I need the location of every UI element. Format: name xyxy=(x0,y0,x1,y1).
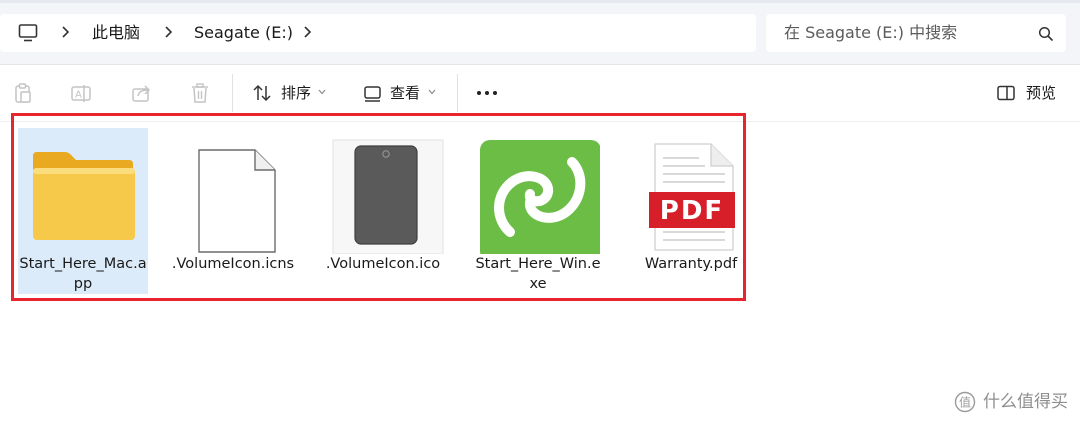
sort-icon xyxy=(253,84,271,102)
preview-label: 预览 xyxy=(1026,84,1057,102)
file-item[interactable]: PDF Warranty.pdf xyxy=(626,128,756,294)
file-item[interactable]: .VolumeIcon.ico xyxy=(318,128,448,294)
folder-icon xyxy=(33,152,135,240)
svg-text:值: 值 xyxy=(959,395,971,410)
pdf-file-icon: PDF xyxy=(649,143,735,251)
top-divider xyxy=(0,0,1080,3)
address-bar[interactable]: 此电脑 Seagate (E:) xyxy=(0,14,756,52)
file-name: Warranty.pdf xyxy=(644,256,738,272)
address-row: 此电脑 Seagate (E:) 在 Seagate (E:) 中搜索 xyxy=(0,0,1080,64)
toolbar-divider xyxy=(457,74,458,112)
file-name: .VolumeIcon.icns xyxy=(171,256,295,272)
preview-pane-icon xyxy=(997,85,1015,101)
chevron-down-icon xyxy=(428,89,436,95)
sort-label: 排序 xyxy=(281,84,312,102)
chevron-right-icon[interactable] xyxy=(163,24,173,40)
search-input[interactable]: 在 Seagate (E:) 中搜索 xyxy=(784,23,957,43)
file-item[interactable]: .VolumeIcon.icns xyxy=(168,128,298,294)
external-drive-icon xyxy=(331,138,444,254)
file-item[interactable]: Start_Here_Win.exe xyxy=(473,128,603,294)
file-name: Start_Here_Win.exe xyxy=(475,256,601,292)
pdf-badge-text: PDF xyxy=(660,196,724,226)
share-icon[interactable] xyxy=(130,82,152,104)
svg-text:A: A xyxy=(75,90,82,101)
watermark-text: 什么值得买 xyxy=(983,392,1068,412)
paste-icon[interactable] xyxy=(12,82,34,104)
file-name: .VolumeIcon.ico xyxy=(325,256,441,272)
chevron-right-icon[interactable] xyxy=(60,24,70,40)
this-pc-icon[interactable] xyxy=(18,24,38,42)
view-icon xyxy=(364,86,381,102)
watermark-logo: 值 xyxy=(954,391,976,413)
breadcrumb-this-pc[interactable]: 此电脑 xyxy=(92,23,140,43)
search-icon[interactable] xyxy=(1038,26,1054,42)
chevron-down-icon xyxy=(318,89,326,95)
search-box[interactable]: 在 Seagate (E:) 中搜索 xyxy=(766,14,1066,52)
document-icon xyxy=(198,149,276,253)
breadcrumb-seagate-drive[interactable]: Seagate (E:) xyxy=(194,23,293,43)
file-name: Start_Here_Mac.app xyxy=(19,256,147,292)
view-label: 查看 xyxy=(390,84,421,102)
chevron-right-icon[interactable] xyxy=(302,24,312,40)
delete-icon[interactable] xyxy=(189,82,211,104)
more-options-icon[interactable] xyxy=(476,83,498,103)
file-grid: Start_Here_Mac.app .VolumeIcon.icns .Vol… xyxy=(0,113,1080,423)
file-item[interactable]: Start_Here_Mac.app xyxy=(18,128,148,294)
seagate-logo-icon xyxy=(480,140,600,254)
toolbar-divider xyxy=(232,74,233,112)
preview-button[interactable]: 预览 xyxy=(996,65,1068,121)
rename-icon[interactable]: A xyxy=(70,82,92,104)
